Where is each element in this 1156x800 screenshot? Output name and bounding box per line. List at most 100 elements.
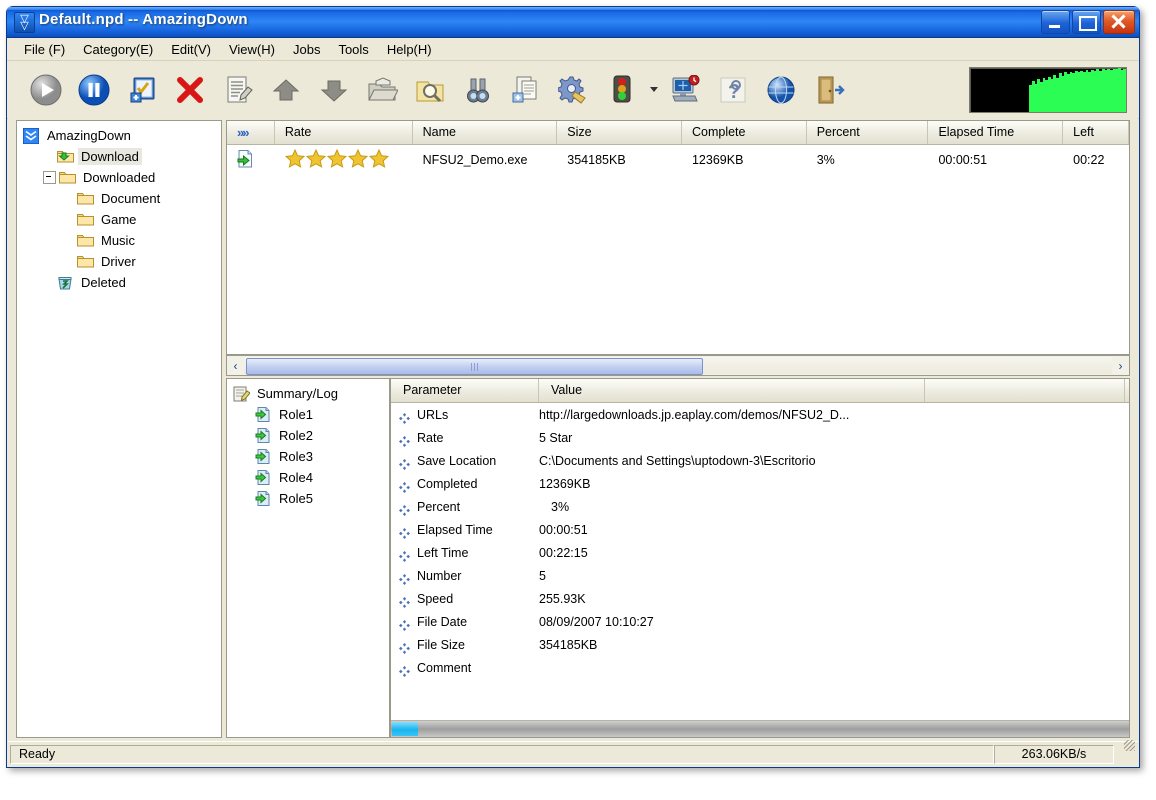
shutdown-timer-button[interactable] — [662, 67, 708, 113]
open-folder-button[interactable] — [359, 67, 405, 113]
caret-down-icon[interactable] — [647, 67, 660, 113]
parameter-row[interactable]: Completed 12369KB — [391, 472, 1129, 495]
parameter-name-text: URLs — [417, 407, 449, 422]
menu-item-help[interactable]: Help(H) — [378, 40, 441, 59]
log-item-role2[interactable]: Role2 — [233, 425, 389, 446]
log-item-role1[interactable]: Role1 — [233, 404, 389, 425]
parameter-value: 354185KB — [539, 637, 598, 652]
help-button[interactable]: ? — [710, 67, 756, 113]
tree-item-game[interactable]: Game — [23, 209, 221, 230]
parameter-value: C:\Documents and Settings\uptodown-3\Esc… — [539, 453, 816, 468]
column-header-size[interactable]: Size — [557, 121, 682, 144]
column-header-elapsed-time[interactable]: Elapsed Time — [928, 121, 1064, 144]
start-button[interactable] — [23, 67, 69, 113]
parameter-row[interactable]: Number 5 — [391, 564, 1129, 587]
close-button[interactable] — [1103, 10, 1135, 34]
parameter-row[interactable]: Elapsed Time 00:00:51 — [391, 518, 1129, 541]
app-chevron-icon — [22, 127, 40, 144]
scroll-grip-icon — [471, 362, 478, 371]
scroll-thumb[interactable] — [246, 358, 703, 375]
menu-item-view[interactable]: View(H) — [220, 40, 284, 59]
collapse-toggle-icon[interactable] — [43, 171, 56, 184]
column-header-name[interactable]: Name — [413, 121, 558, 144]
double-chevron-down-icon: ▽ ▽ — [14, 12, 35, 33]
menu-item-file[interactable]: File (F) — [15, 40, 74, 59]
tree-item-downloaded[interactable]: Downloaded — [23, 167, 221, 188]
log-item-summary-log[interactable]: Summary/Log — [233, 383, 389, 404]
delete-button[interactable] — [167, 67, 213, 113]
parameter-name: Elapsed Time — [391, 522, 539, 539]
parameter-row[interactable]: URLs http://largedownloads.jp.eaplay.com/… — [391, 403, 1129, 426]
scroll-right-arrow[interactable]: › — [1112, 357, 1129, 374]
param-column-extra[interactable] — [925, 379, 1125, 402]
scheduler-button[interactable] — [599, 67, 645, 113]
pause-button[interactable] — [71, 67, 117, 113]
new-task-button[interactable] — [119, 67, 165, 113]
parameter-row[interactable]: Rate 5 Star — [391, 426, 1129, 449]
browser-button[interactable] — [758, 67, 804, 113]
scroll-left-arrow[interactable]: ‹ — [227, 357, 244, 374]
tree-item-deleted[interactable]: Deleted — [23, 272, 221, 293]
menu-item-edit[interactable]: Edit(V) — [162, 40, 220, 59]
star-rating — [284, 148, 413, 171]
column-header-complete[interactable]: Complete — [682, 121, 807, 144]
column-header-»[interactable]: »» — [227, 121, 275, 144]
file-download-icon — [237, 149, 256, 171]
parameter-row[interactable]: Percent 3% — [391, 495, 1129, 518]
log-item-role4[interactable]: Role4 — [233, 467, 389, 488]
minimize-button[interactable] — [1041, 10, 1070, 34]
chevrons-right-icon: »» — [237, 125, 250, 140]
download-list-horizontal-scrollbar[interactable]: ‹ › — [226, 355, 1130, 376]
status-speed: 263.06KB/s — [994, 744, 1114, 764]
log-item-label: Role5 — [279, 491, 313, 506]
column-header-rate[interactable]: Rate — [275, 121, 413, 144]
parameter-row[interactable]: Left Time 00:22:15 — [391, 541, 1129, 564]
parameter-name-text: Completed — [417, 476, 478, 491]
copy-button[interactable] — [503, 67, 549, 113]
row-status-icon — [227, 149, 275, 171]
scroll-track[interactable] — [244, 357, 1112, 375]
status-message: Ready — [10, 744, 994, 764]
parameter-value: 00:22:15 — [539, 545, 588, 560]
edit-task-button[interactable] — [215, 67, 261, 113]
page-arrow-icon — [255, 469, 272, 486]
column-header-left[interactable]: Left — [1063, 121, 1129, 144]
tree-item-amazingdown[interactable]: AmazingDown — [22, 125, 221, 146]
toolbar: ? — [7, 61, 1139, 119]
tree-item-document[interactable]: Document — [23, 188, 221, 209]
parameter-name-text: Elapsed Time — [417, 522, 493, 537]
param-column-value[interactable]: Value — [539, 379, 925, 402]
parameter-row[interactable]: Save Location C:\Documents and Settings\u… — [391, 449, 1129, 472]
parameter-scroll-thumb[interactable] — [392, 722, 418, 736]
param-column-parameter[interactable]: Parameter — [391, 379, 539, 402]
menu-item-jobs[interactable]: Jobs — [284, 40, 329, 59]
log-item-label: Role3 — [279, 449, 313, 464]
row-rating[interactable] — [275, 148, 413, 171]
tree-item-download[interactable]: Download — [23, 146, 221, 167]
menu-item-tools[interactable]: Tools — [329, 40, 377, 59]
maximize-button[interactable] — [1072, 10, 1101, 34]
parameter-row[interactable]: Speed 255.93K — [391, 587, 1129, 610]
settings-button[interactable] — [551, 67, 597, 113]
move-down-button[interactable] — [311, 67, 357, 113]
move-up-button[interactable] — [263, 67, 309, 113]
log-item-role3[interactable]: Role3 — [233, 446, 389, 467]
menu-bar: File (F) Category(E) Edit(V) View(H) Job… — [7, 38, 1139, 61]
tree-item-driver[interactable]: Driver — [23, 251, 221, 272]
log-item-role5[interactable]: Role5 — [233, 488, 389, 509]
diamond-bullet-icon — [399, 573, 410, 585]
parameter-row[interactable]: File Size 354185KB — [391, 633, 1129, 656]
find-folder-button[interactable] — [407, 67, 453, 113]
parameter-row[interactable]: File Date 08/09/2007 10:10:27 — [391, 610, 1129, 633]
parameter-row[interactable]: Comment — [391, 656, 1129, 679]
parameter-horizontal-scrollbar[interactable] — [391, 720, 1129, 737]
tree-item-music[interactable]: Music — [23, 230, 221, 251]
diamond-bullet-icon — [399, 412, 410, 424]
column-header-percent[interactable]: Percent — [807, 121, 929, 144]
menu-item-category[interactable]: Category(E) — [74, 40, 162, 59]
parameter-name: Speed — [391, 592, 539, 608]
download-row[interactable]: NFSU2_Demo.exe 354185KB 12369KB 3% 00:00:51 0… — [227, 145, 1129, 175]
exit-button[interactable] — [806, 67, 852, 113]
search-button[interactable] — [455, 67, 501, 113]
recycle-bin-icon — [57, 275, 74, 291]
